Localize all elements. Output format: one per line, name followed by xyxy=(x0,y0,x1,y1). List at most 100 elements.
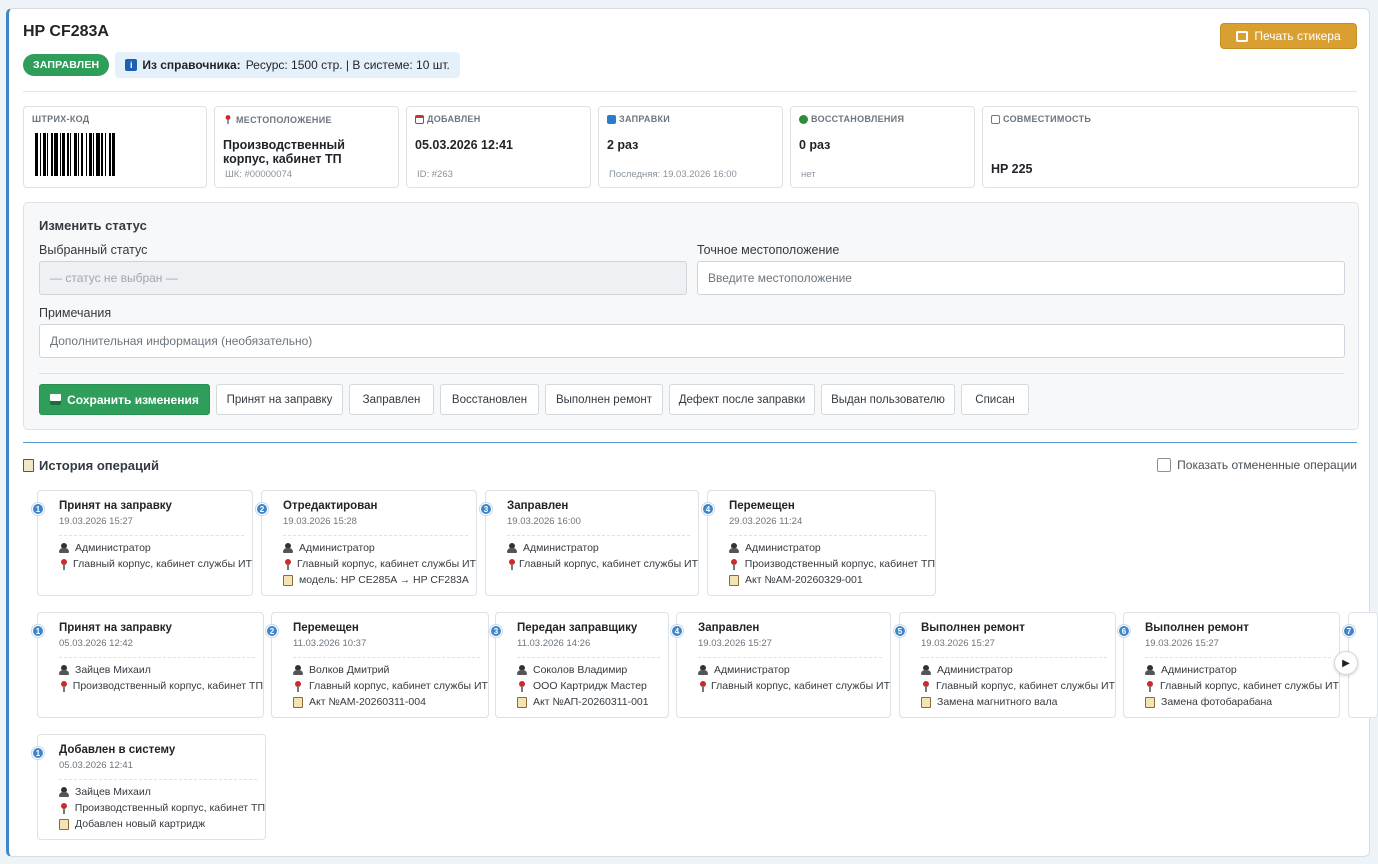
history-card-location: Главный корпус, кабинет службы ИТ xyxy=(1145,678,1339,694)
divider xyxy=(59,779,257,780)
history-card-title: Перемещен xyxy=(293,622,359,634)
history-card-title: Выполнен ремонт xyxy=(921,622,1025,634)
history-note-text: Акт №АМ-20260311-004 xyxy=(309,696,426,708)
print-sticker-button[interactable]: Печать стикера xyxy=(1220,23,1357,49)
history-card: Выполнен ремонт 19.03.2026 15:27 Администр… xyxy=(899,612,1116,718)
info-icon: i xyxy=(125,59,138,71)
show-cancelled-toggle[interactable]: Показать отмененные операции xyxy=(1157,458,1357,472)
history-location-text: Главный корпус, кабинет службы ИТ xyxy=(519,558,698,570)
location-field-label: Точное местоположение xyxy=(697,243,840,257)
divider xyxy=(517,657,660,658)
location-label: МЕСТОПОЛОЖЕНИЕ xyxy=(236,114,332,125)
added-card: ДОБАВЛЕН 05.03.2026 12:41 ID: #263 xyxy=(406,106,591,188)
history-card-user: Администратор xyxy=(729,540,935,556)
history-card-user: Соколов Владимир xyxy=(517,662,668,678)
history-card-date: 05.03.2026 12:41 xyxy=(59,760,133,771)
history-user-text: Администратор xyxy=(523,542,599,554)
history-card-title: Перемещен xyxy=(729,500,795,512)
location-card: МЕСТОПОЛОЖЕНИЕ Производственный корпус, … xyxy=(214,106,399,188)
history-step-number: 2 xyxy=(266,625,278,637)
divider xyxy=(59,535,244,536)
location-sub: ШК: #00000074 xyxy=(225,169,293,180)
user-icon xyxy=(283,543,293,553)
history-card-location: Главный корпус, кабинет службы ИТ xyxy=(293,678,488,694)
history-card-title: Выполнен ремонт xyxy=(1145,622,1249,634)
history-step-number: 3 xyxy=(490,625,502,637)
show-cancelled-checkbox[interactable] xyxy=(1157,458,1172,472)
pin-icon xyxy=(59,802,69,814)
location-input[interactable]: Введите местоположение xyxy=(697,261,1345,295)
user-icon xyxy=(59,543,69,553)
pin-icon xyxy=(921,680,930,692)
clipboard-icon xyxy=(23,459,34,472)
restorations-card: ВОССТАНОВЛЕНИЯ 0 раз нет xyxy=(790,106,975,188)
info-cards: ШТРИХ-КОД МЕСТОПОЛОЖЕНИЕ Производственны… xyxy=(23,106,1359,188)
history-card-date: 19.03.2026 15:27 xyxy=(59,516,133,527)
history-location-text: Главный корпус, кабинет службы ИТ xyxy=(73,558,252,570)
history-card-user: Администратор xyxy=(507,540,698,556)
history-step-number: 6 xyxy=(1118,625,1130,637)
notes-input[interactable]: Дополнительная информация (необязательно… xyxy=(39,324,1345,358)
history-user-text: Соколов Владимир xyxy=(533,664,628,676)
history-card-title: Заправлен xyxy=(698,622,760,634)
status-button-restored[interactable]: Восстановлен xyxy=(440,384,539,415)
recycle-icon xyxy=(799,114,808,124)
history-card-title: Передан заправщику xyxy=(517,622,638,634)
divider xyxy=(39,373,1344,374)
history-card-date: 29.03.2026 11:24 xyxy=(729,516,803,527)
status-button-repaired[interactable]: Выполнен ремонт xyxy=(545,384,663,415)
compat-label: СОВМЕСТИМОСТЬ xyxy=(1003,114,1092,124)
history-card-date: 19.03.2026 15:28 xyxy=(283,516,357,527)
scroll-right-button[interactable]: ▶ xyxy=(1334,651,1358,675)
save-button[interactable]: Сохранить изменения xyxy=(39,384,210,415)
form-title: Изменить статус xyxy=(39,218,147,233)
pin-icon xyxy=(293,680,303,692)
history-card: Заправлен 19.03.2026 15:27 Администратор Гл… xyxy=(676,612,891,718)
history-card-date: 19.03.2026 15:27 xyxy=(698,638,772,649)
history-note-text: Замена магнитного вала xyxy=(937,696,1058,708)
pin-icon xyxy=(517,680,527,692)
printer-icon xyxy=(991,114,1000,124)
location-value: Производственный корпус, кабинет ТП xyxy=(223,138,345,166)
user-icon xyxy=(59,665,69,675)
history-card-user: Администратор xyxy=(921,662,1115,678)
history-location-text: ООО Картридж Мастер xyxy=(533,680,647,692)
history-user-text: Администратор xyxy=(745,542,821,554)
history-step-number: 4 xyxy=(671,625,683,637)
pin-icon xyxy=(729,558,739,570)
history-title: История операций xyxy=(23,458,159,473)
history-card-title: Заправлен xyxy=(507,500,569,512)
history-card: Добавлен в систему 05.03.2026 12:41 Зайцев… xyxy=(37,734,266,840)
status-button-defect[interactable]: Дефект после заправки xyxy=(669,384,815,415)
pin-icon xyxy=(507,558,516,570)
barcode-bar xyxy=(115,133,117,176)
history-user-text: Зайцев Михаил xyxy=(75,664,151,676)
status-button-refilled[interactable]: Заправлен xyxy=(349,384,434,415)
user-icon xyxy=(921,665,931,675)
note-icon xyxy=(517,696,527,708)
restorations-value: 0 раз xyxy=(799,138,831,152)
history-user-text: Администратор xyxy=(75,542,151,554)
divider xyxy=(921,657,1107,658)
status-button-issued[interactable]: Выдан пользователю xyxy=(821,384,955,415)
note-icon xyxy=(59,818,69,830)
note-icon xyxy=(1145,696,1155,708)
status-button-row: Сохранить изменения Принят на заправку З… xyxy=(39,384,1029,415)
history-note-text: Акт №АП-20260311-001 xyxy=(533,696,649,708)
divider xyxy=(293,657,480,658)
history-location-text: Главный корпус, кабинет службы ИТ xyxy=(309,680,488,692)
history-card-note: Акт №АП-20260311-001 xyxy=(517,694,668,710)
user-icon xyxy=(729,543,739,553)
history-card-note: Добавлен новый картридж xyxy=(59,816,265,832)
history-card-location: Главный корпус, кабинет службы ИТ xyxy=(59,556,252,572)
history-card-location: Производственный корпус, кабинет ТП xyxy=(59,678,263,694)
status-select[interactable]: — статус не выбран — xyxy=(39,261,687,295)
status-button-written-off[interactable]: Списан xyxy=(961,384,1029,415)
history-card-user: Зайцев Михаил xyxy=(59,662,263,678)
history-card-date: 11.03.2026 14:26 xyxy=(517,638,591,649)
history-location-text: Производственный корпус, кабинет ТП xyxy=(744,558,935,570)
status-button-accepted[interactable]: Принят на заправку xyxy=(216,384,343,415)
history-location-text: Главный корпус, кабинет службы ИТ xyxy=(936,680,1115,692)
history-step-number: 1 xyxy=(32,747,44,759)
history-user-text: Администратор xyxy=(1161,664,1237,676)
